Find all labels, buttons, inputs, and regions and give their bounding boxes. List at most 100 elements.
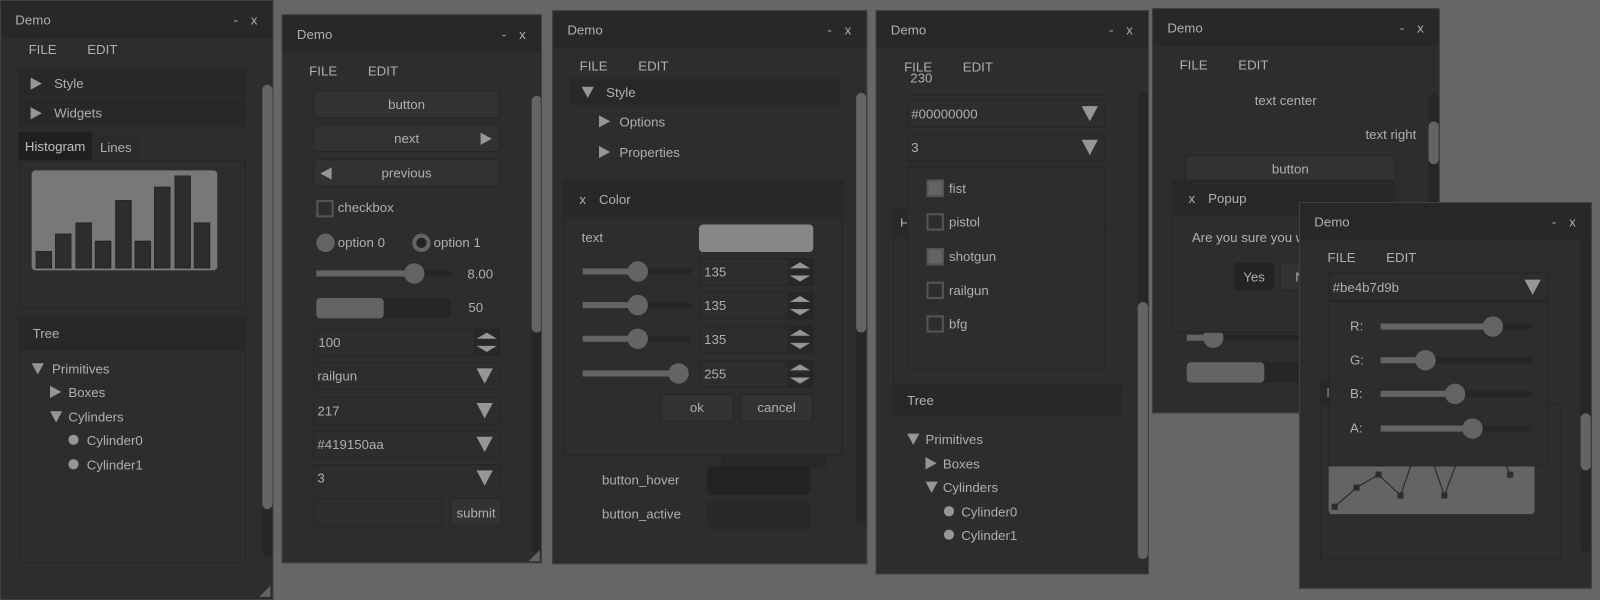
- minimize-button[interactable]: -: [1107, 22, 1115, 37]
- channel-property-r[interactable]: 135: [698, 258, 814, 286]
- tree-item-cylinders[interactable]: Cylinders: [49, 408, 124, 424]
- menu-file[interactable]: FILE: [1180, 57, 1208, 72]
- scrollbar-thumb[interactable]: [1580, 413, 1591, 471]
- tree-node-properties[interactable]: Properties: [598, 144, 680, 160]
- tree-item-cylinder1[interactable]: Cylinder1: [68, 456, 143, 472]
- menu-edit[interactable]: EDIT: [638, 58, 668, 73]
- button[interactable]: button: [313, 90, 500, 119]
- slider-knob[interactable]: [1414, 349, 1436, 371]
- window-header[interactable]: Demo - x: [1, 1, 273, 38]
- channel-slider-g[interactable]: [1380, 349, 1532, 371]
- minimize-button[interactable]: -: [1398, 20, 1406, 35]
- scrollbar-thumb[interactable]: [531, 95, 541, 333]
- scrollbar[interactable]: [1137, 92, 1148, 560]
- menu-edit[interactable]: EDIT: [1238, 57, 1268, 72]
- slider-knob[interactable]: [668, 363, 689, 384]
- minimize-button[interactable]: -: [500, 26, 508, 41]
- close-button[interactable]: x: [1416, 20, 1424, 35]
- menu-file[interactable]: FILE: [309, 63, 337, 78]
- previous-button[interactable]: previous: [313, 159, 500, 187]
- minimize-button[interactable]: -: [826, 22, 834, 37]
- window-header[interactable]: Demo - x: [553, 11, 867, 48]
- resize-handle-icon[interactable]: [259, 585, 271, 597]
- tree-item-primitives[interactable]: Primitives: [907, 431, 983, 447]
- window-header[interactable]: Demo - x: [1153, 9, 1439, 46]
- channel-property-g[interactable]: 135: [698, 291, 814, 320]
- progress-bar[interactable]: [316, 297, 452, 319]
- menu-file[interactable]: FILE: [1328, 249, 1356, 264]
- channel-slider-a[interactable]: [582, 363, 691, 384]
- line-point[interactable]: [1375, 471, 1382, 478]
- scrollbar-thumb[interactable]: [1137, 302, 1148, 560]
- slider-knob[interactable]: [1444, 383, 1465, 405]
- slider-knob[interactable]: [404, 263, 425, 284]
- line-point[interactable]: [1397, 492, 1404, 499]
- slider-knob[interactable]: [1462, 418, 1483, 439]
- color-button-hover[interactable]: [707, 466, 811, 495]
- combo-number[interactable]: 217: [313, 396, 500, 425]
- close-button[interactable]: x: [844, 22, 852, 37]
- line-point[interactable]: [1331, 503, 1338, 510]
- stepper[interactable]: [787, 326, 813, 353]
- combo-check[interactable]: 3: [313, 464, 500, 492]
- menu-edit[interactable]: EDIT: [87, 41, 117, 56]
- decrement-icon[interactable]: [787, 271, 813, 285]
- radio-option-1[interactable]: [412, 233, 431, 253]
- tree-header[interactable]: Tree: [18, 316, 246, 349]
- tree-node-style[interactable]: Style: [569, 78, 841, 106]
- combo-check[interactable]: 3: [907, 133, 1106, 162]
- cancel-button[interactable]: cancel: [739, 393, 814, 422]
- tree-node-style[interactable]: Style: [18, 69, 246, 97]
- tree-item-boxes[interactable]: Boxes: [925, 455, 980, 471]
- tree-item-primitives[interactable]: Primitives: [31, 360, 110, 376]
- channel-property-b[interactable]: 135: [698, 325, 814, 354]
- tree-item-cylinder0[interactable]: Cylinder0: [943, 503, 1017, 519]
- close-button[interactable]: x: [1188, 191, 1196, 206]
- stepper[interactable]: [787, 292, 813, 319]
- float-slider[interactable]: [316, 263, 452, 284]
- tree-item-cylinders[interactable]: Cylinders: [925, 479, 998, 495]
- tree-node-options[interactable]: Options: [598, 113, 665, 129]
- slider-knob[interactable]: [1482, 316, 1504, 337]
- scrollbar-thumb[interactable]: [1428, 121, 1439, 165]
- scrollbar[interactable]: [1580, 235, 1591, 553]
- combo-color[interactable]: #419150aa: [313, 430, 500, 459]
- tree-item-cylinder0[interactable]: Cylinder0: [68, 432, 143, 448]
- slider-knob[interactable]: [627, 294, 648, 316]
- combo-color-picker[interactable]: #be4b7d9b: [1328, 272, 1548, 302]
- channel-slider-a[interactable]: [1380, 418, 1532, 439]
- checkbox-pistol[interactable]: [926, 213, 944, 231]
- channel-slider-b[interactable]: [1380, 383, 1532, 405]
- increment-icon[interactable]: [474, 329, 499, 343]
- decrement-icon[interactable]: [787, 339, 813, 353]
- channel-property-a[interactable]: 255: [698, 360, 814, 388]
- yes-button[interactable]: Yes: [1233, 262, 1275, 291]
- radio-option-0[interactable]: [316, 233, 335, 253]
- next-button[interactable]: next: [313, 124, 500, 153]
- close-button[interactable]: x: [518, 26, 526, 41]
- channel-slider-r[interactable]: [582, 261, 691, 282]
- tree-item-boxes[interactable]: Boxes: [49, 384, 105, 400]
- increment-icon[interactable]: [787, 259, 813, 272]
- menu-edit[interactable]: EDIT: [1386, 249, 1416, 264]
- scrollbar[interactable]: [856, 92, 867, 524]
- window-header[interactable]: Demo - x: [1299, 203, 1591, 240]
- close-button[interactable]: x: [1568, 214, 1576, 229]
- combo-weapon[interactable]: railgun: [313, 362, 500, 390]
- line-point[interactable]: [1507, 471, 1514, 478]
- decrement-icon[interactable]: [474, 342, 499, 356]
- checkbox-bfg[interactable]: [926, 315, 944, 333]
- scrollbar-thumb[interactable]: [262, 84, 273, 510]
- stepper[interactable]: [474, 329, 499, 356]
- tree-node-widgets[interactable]: Widgets: [18, 98, 246, 127]
- increment-icon[interactable]: [787, 361, 813, 374]
- checkbox[interactable]: [316, 199, 334, 218]
- stepper[interactable]: [787, 361, 813, 387]
- slider-knob[interactable]: [627, 328, 648, 349]
- decrement-icon[interactable]: [787, 305, 813, 319]
- increment-icon[interactable]: [787, 326, 813, 340]
- checkbox-fist[interactable]: [926, 179, 944, 197]
- scrollbar-thumb[interactable]: [856, 92, 867, 333]
- channel-slider-r[interactable]: [1380, 316, 1532, 337]
- channel-slider-g[interactable]: [582, 294, 691, 316]
